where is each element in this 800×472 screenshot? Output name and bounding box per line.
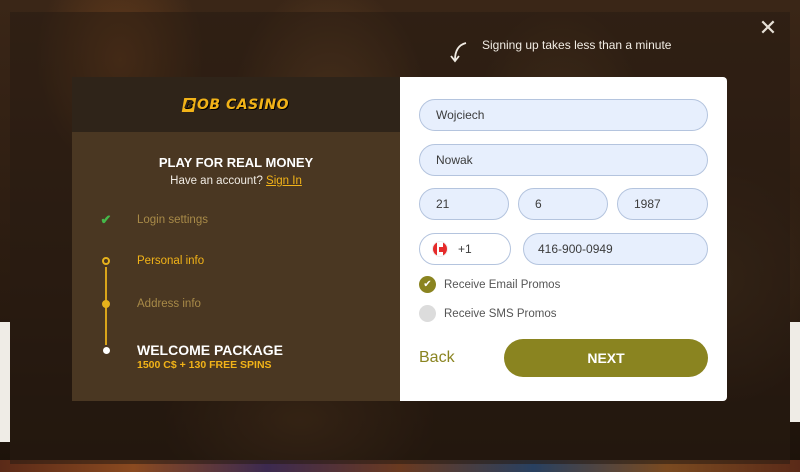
birth-month-field[interactable] (518, 188, 608, 220)
welcome-subtitle: 1500 C$ + 130 FREE SPINS (137, 359, 272, 371)
next-button[interactable]: NEXT (504, 339, 708, 377)
checkbox-unchecked-icon (419, 305, 436, 322)
checkbox-checked-icon: ✔ (419, 276, 436, 293)
step-address-info: Address info (98, 298, 201, 310)
signup-progress-panel: B OB CASINO PLAY FOR REAL MONEY Have an … (72, 77, 400, 401)
first-name-field[interactable] (419, 99, 708, 131)
step-label: Personal info (137, 255, 205, 267)
phone-country-select[interactable]: +1 (419, 233, 511, 265)
welcome-title: WELCOME PACKAGE (137, 342, 283, 358)
logo-mark: B (181, 97, 197, 112)
step-dot-icon (102, 347, 110, 354)
step-dot-icon (102, 257, 110, 265)
signup-hint-text: Signing up takes less than a minute (482, 38, 672, 52)
logo-text: OB CASINO (197, 96, 289, 113)
email-promos-label: Receive Email Promos (444, 278, 561, 291)
birth-year-field[interactable] (617, 188, 708, 220)
signup-hint: Signing up takes less than a minute (450, 36, 671, 64)
step-login-settings: ✔ Login settings (98, 212, 208, 228)
have-account-line: Have an account? Sign In (72, 175, 400, 187)
email-promos-checkbox[interactable]: ✔ Receive Email Promos (419, 276, 560, 293)
step-label: Address info (137, 298, 201, 310)
last-name-field[interactable] (419, 144, 708, 176)
casino-logo: B OB CASINO (181, 96, 289, 113)
birth-day-field[interactable] (419, 188, 509, 220)
check-icon: ✔ (100, 212, 112, 227)
step-dot-icon (102, 300, 110, 308)
step-welcome-package: WELCOME PACKAGE 1500 C$ + 130 FREE SPINS (98, 342, 283, 371)
sms-promos-label: Receive SMS Promos (444, 307, 557, 320)
phone-prefix-value: +1 (458, 242, 472, 256)
canada-flag-icon (432, 241, 448, 257)
step-personal-info: Personal info (98, 255, 204, 267)
background-card-left (0, 322, 10, 442)
sms-promos-checkbox[interactable]: Receive SMS Promos (419, 305, 556, 322)
step-label: Login settings (137, 214, 208, 226)
have-account-text: Have an account? (170, 175, 263, 187)
background-card-right (790, 322, 800, 422)
close-icon: ✕ (758, 15, 778, 40)
curved-arrow-icon (450, 42, 467, 63)
signup-form: +1 ✔ Receive Email Promos Receive SMS Pr… (400, 77, 727, 401)
sign-in-link[interactable]: Sign In (266, 175, 302, 187)
logo-bar: B OB CASINO (72, 77, 400, 132)
close-button[interactable]: ✕ (758, 15, 778, 40)
phone-field[interactable] (523, 233, 708, 265)
back-button[interactable]: Back (419, 349, 455, 367)
signup-modal: B OB CASINO PLAY FOR REAL MONEY Have an … (72, 77, 727, 401)
panel-title: PLAY FOR REAL MONEY (158, 155, 314, 170)
